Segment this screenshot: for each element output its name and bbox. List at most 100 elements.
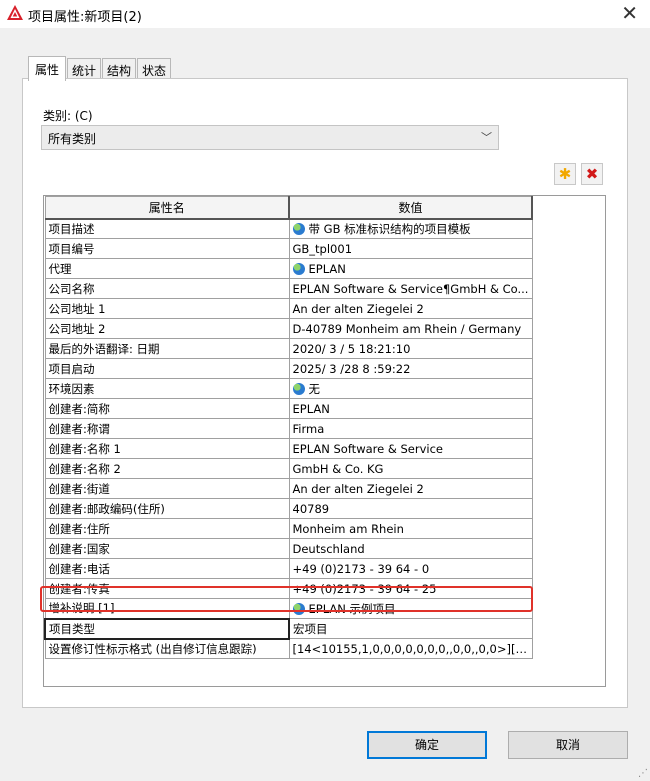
property-name-cell[interactable]: 公司地址 2 xyxy=(44,318,290,339)
property-value-cell[interactable]: 带 GB 标准标识结构的项目模板 xyxy=(288,218,533,239)
table-row[interactable]: 创建者:名称 1 EPLAN Software & Service xyxy=(44,438,533,459)
property-value-cell[interactable]: Deutschland xyxy=(288,538,533,559)
property-name-cell[interactable]: 创建者:住所 xyxy=(44,518,290,539)
table-row[interactable]: 创建者:名称 2 GmbH & Co. KG xyxy=(44,458,533,479)
table-row[interactable]: 创建者:街道 An der alten Ziegelei 2 xyxy=(44,478,533,499)
property-value-cell[interactable]: EPLAN 示例项目 xyxy=(288,598,533,619)
table-row[interactable]: 公司名称 EPLAN Software & Service¶GmbH & Co..… xyxy=(44,278,533,299)
cancel-button[interactable]: 取消 xyxy=(508,731,628,759)
delete-property-button[interactable]: ✖ xyxy=(581,163,603,185)
property-name-cell[interactable]: 创建者:名称 1 xyxy=(44,438,290,459)
tab-properties[interactable]: 属性 xyxy=(28,56,67,81)
property-name-cell[interactable]: 创建者:传真 xyxy=(44,578,290,599)
property-grid[interactable]: 属性名 数值 项目描述 带 GB 标准标识结构的项目模板 项目编号 GB_tpl001… xyxy=(43,195,606,687)
new-property-button[interactable]: ✱ xyxy=(554,163,576,185)
title-bar: 项目属性:新项目(2) ✕ xyxy=(0,0,650,28)
tab-status[interactable]: 状态 xyxy=(137,58,172,80)
table-row[interactable]: 创建者:邮政编码(住所) 40789 xyxy=(44,498,533,519)
property-name-cell[interactable]: 创建者:名称 2 xyxy=(44,458,290,479)
property-value-cell[interactable]: Firma xyxy=(288,418,533,439)
dialog-body: 属性 统计 结构 状态 类别: (C) 所有类别 ﹀ ✱ ✖ 属性名 数值 项目… xyxy=(0,28,650,781)
property-value-cell[interactable]: 2025/ 3 /28 8 :59:22 xyxy=(288,358,533,379)
table-row[interactable]: 公司地址 2 D-40789 Monheim am Rhein / Germany xyxy=(44,318,533,339)
property-name-cell[interactable]: 项目类型 xyxy=(44,617,290,640)
ok-button[interactable]: 确定 xyxy=(367,731,487,759)
property-value-text: An der alten Ziegelei 2 xyxy=(292,481,424,496)
globe-icon xyxy=(292,382,305,395)
property-value-cell[interactable]: GB_tpl001 xyxy=(288,238,533,259)
tab-structure[interactable]: 结构 xyxy=(102,58,137,80)
table-row[interactable]: 创建者:国家 Deutschland xyxy=(44,538,533,559)
table-row[interactable]: 项目类型 宏项目 xyxy=(44,617,533,640)
globe-icon xyxy=(292,602,305,615)
property-value-text: EPLAN 示例项目 xyxy=(308,601,396,616)
property-value-cell[interactable]: An der alten Ziegelei 2 xyxy=(288,298,533,319)
property-value-text: GmbH & Co. KG xyxy=(292,461,384,476)
property-name-cell[interactable]: 创建者:简称 xyxy=(44,398,290,419)
table-row[interactable]: 项目启动 2025/ 3 /28 8 :59:22 xyxy=(44,358,533,379)
chevron-down-icon: ﹀ xyxy=(481,131,492,144)
property-name-cell[interactable]: 项目描述 xyxy=(44,218,290,239)
property-value-cell[interactable]: Monheim am Rhein xyxy=(288,518,533,539)
property-value-text: GB_tpl001 xyxy=(292,241,353,256)
column-header-value[interactable]: 数值 xyxy=(288,196,533,220)
property-value-cell[interactable]: GmbH & Co. KG xyxy=(288,458,533,479)
property-value-cell[interactable]: EPLAN xyxy=(288,398,533,419)
property-value-text: 2025/ 3 /28 8 :59:22 xyxy=(292,361,411,376)
property-name-cell[interactable]: 创建者:电话 xyxy=(44,558,290,579)
tab-statistics[interactable]: 统计 xyxy=(67,58,102,80)
resize-grip-icon[interactable]: ⋰ xyxy=(638,768,648,779)
eplan-app-icon xyxy=(7,5,23,20)
table-row[interactable]: 创建者:住所 Monheim am Rhein xyxy=(44,518,533,539)
property-value-cell[interactable]: 2020/ 3 / 5 18:21:10 xyxy=(288,338,533,359)
property-name-cell[interactable]: 公司名称 xyxy=(44,278,290,299)
property-value-text: +49 (0)2173 - 39 64 - 0 xyxy=(292,561,430,576)
property-name-cell[interactable]: 代理 xyxy=(44,258,290,279)
property-value-cell[interactable]: EPLAN xyxy=(288,258,533,279)
property-name-cell[interactable]: 项目编号 xyxy=(44,238,290,259)
property-value-cell[interactable]: [14<10155,1,0,0,0,0,0,0,0,,0,0,,0,0>][LF… xyxy=(288,638,533,659)
property-value-text: EPLAN xyxy=(292,401,330,416)
table-row[interactable]: 增补说明 [1] EPLAN 示例项目 xyxy=(44,598,533,619)
property-value-cell[interactable]: An der alten Ziegelei 2 xyxy=(288,478,533,499)
close-icon[interactable]: ✕ xyxy=(621,2,638,24)
table-row[interactable]: 创建者:传真 +49 (0)2173 - 39 64 - 25 xyxy=(44,578,533,599)
property-value-text: An der alten Ziegelei 2 xyxy=(292,301,424,316)
property-name-cell[interactable]: 最后的外语翻译: 日期 xyxy=(44,338,290,359)
table-row[interactable]: 项目编号 GB_tpl001 xyxy=(44,238,533,259)
property-value-text: EPLAN Software & Service¶GmbH & Co... xyxy=(292,281,529,296)
property-value-text: EPLAN Software & Service xyxy=(292,441,443,456)
table-row[interactable]: 代理 EPLAN xyxy=(44,258,533,279)
table-row[interactable]: 创建者:简称 EPLAN xyxy=(44,398,533,419)
property-name-cell[interactable]: 创建者:称谓 xyxy=(44,418,290,439)
property-value-cell[interactable]: +49 (0)2173 - 39 64 - 0 xyxy=(288,558,533,579)
property-name-cell[interactable]: 创建者:邮政编码(住所) xyxy=(44,498,290,519)
property-name-cell[interactable]: 增补说明 [1] xyxy=(44,598,290,619)
table-row[interactable]: 公司地址 1 An der alten Ziegelei 2 xyxy=(44,298,533,319)
property-value-cell[interactable]: EPLAN Software & Service xyxy=(288,438,533,459)
property-value-cell[interactable]: D-40789 Monheim am Rhein / Germany xyxy=(288,318,533,339)
table-row[interactable]: 项目描述 带 GB 标准标识结构的项目模板 xyxy=(44,218,533,239)
column-header-name[interactable]: 属性名 xyxy=(44,196,290,220)
property-name-cell[interactable]: 创建者:国家 xyxy=(44,538,290,559)
table-row[interactable]: 设置修订性标示格式 (出自修订信息跟踪) [14<10155,1,0,0,0,0,… xyxy=(44,638,533,659)
table-row[interactable]: 创建者:称谓 Firma xyxy=(44,418,533,439)
property-value-cell[interactable]: EPLAN Software & Service¶GmbH & Co... xyxy=(288,278,533,299)
property-name-cell[interactable]: 环境因素 xyxy=(44,378,290,399)
table-row[interactable]: 最后的外语翻译: 日期 2020/ 3 / 5 18:21:10 xyxy=(44,338,533,359)
globe-icon xyxy=(292,222,305,235)
property-value-cell[interactable]: 宏项目 xyxy=(288,618,533,639)
property-value-text: 40789 xyxy=(292,501,330,516)
property-value-cell[interactable]: 无 xyxy=(288,378,533,399)
property-name-cell[interactable]: 创建者:街道 xyxy=(44,478,290,499)
property-value-text: EPLAN xyxy=(308,261,346,276)
property-name-cell[interactable]: 公司地址 1 xyxy=(44,298,290,319)
property-value-cell[interactable]: +49 (0)2173 - 39 64 - 25 xyxy=(288,578,533,599)
table-row[interactable]: 创建者:电话 +49 (0)2173 - 39 64 - 0 xyxy=(44,558,533,579)
property-name-cell[interactable]: 设置修订性标示格式 (出自修订信息跟踪) xyxy=(44,638,290,659)
property-value-cell[interactable]: 40789 xyxy=(288,498,533,519)
table-row[interactable]: 环境因素 无 xyxy=(44,378,533,399)
property-name-cell[interactable]: 项目启动 xyxy=(44,358,290,379)
category-select[interactable]: 所有类别 ﹀ xyxy=(41,125,499,150)
property-value-text: [14<10155,1,0,0,0,0,0,0,0,,0,0,,0,0>][LF… xyxy=(292,641,532,656)
